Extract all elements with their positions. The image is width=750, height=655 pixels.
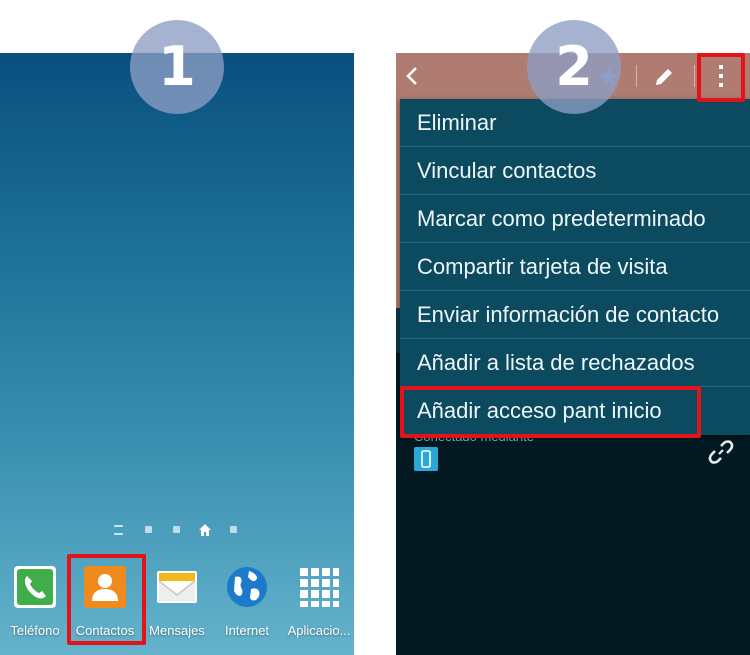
add-shortcut-highlight-box	[400, 386, 701, 438]
dock-label: Aplicacio...	[287, 623, 351, 638]
menu-item-set-default[interactable]: Marcar como predeterminado	[400, 195, 750, 243]
dock-label: Internet	[224, 623, 270, 638]
overflow-menu-highlight-box	[697, 53, 745, 102]
menu-item-add-to-reject-list[interactable]: Añadir a lista de rechazados	[400, 339, 750, 387]
phone-icon	[14, 566, 56, 608]
step-badge-2: 2	[527, 20, 621, 114]
page-dot[interactable]	[145, 526, 152, 533]
divider	[694, 65, 695, 87]
edit-pencil-icon[interactable]	[652, 65, 676, 89]
page-dot[interactable]	[173, 526, 180, 533]
step-badge-1: 1	[130, 20, 224, 114]
apps-grid-icon	[300, 568, 339, 607]
link-icon[interactable]	[708, 439, 734, 465]
dock-item-apps[interactable]: Aplicacio...	[284, 565, 354, 645]
page-dot[interactable]	[230, 526, 237, 533]
divider	[636, 65, 637, 87]
list-indicator-icon[interactable]	[114, 525, 123, 535]
messages-icon	[157, 571, 197, 603]
menu-item-send-contact-info[interactable]: Enviar información de contacto	[400, 291, 750, 339]
back-arrow-icon[interactable]	[404, 65, 420, 87]
menu-item-share-card[interactable]: Compartir tarjeta de visita	[400, 243, 750, 291]
internet-globe-icon	[227, 567, 267, 607]
dock-item-messages[interactable]: Mensajes	[142, 565, 212, 645]
home-page-icon[interactable]	[198, 523, 212, 537]
dock-item-phone[interactable]: Teléfono	[0, 565, 70, 645]
phone-device-icon	[414, 447, 438, 471]
overflow-menu: Eliminar Vincular contactos Marcar como …	[400, 99, 750, 435]
dock-item-internet[interactable]: Internet	[212, 565, 282, 645]
contact-detail-screen: Conectado mediante Eliminar Vincular con…	[396, 53, 750, 655]
contacts-highlight-box	[67, 554, 146, 645]
menu-item-link-contacts[interactable]: Vincular contactos	[400, 147, 750, 195]
home-screen: Teléfono Contactos Mensajes Internet Apl…	[0, 53, 354, 655]
page-indicator[interactable]	[0, 523, 354, 537]
